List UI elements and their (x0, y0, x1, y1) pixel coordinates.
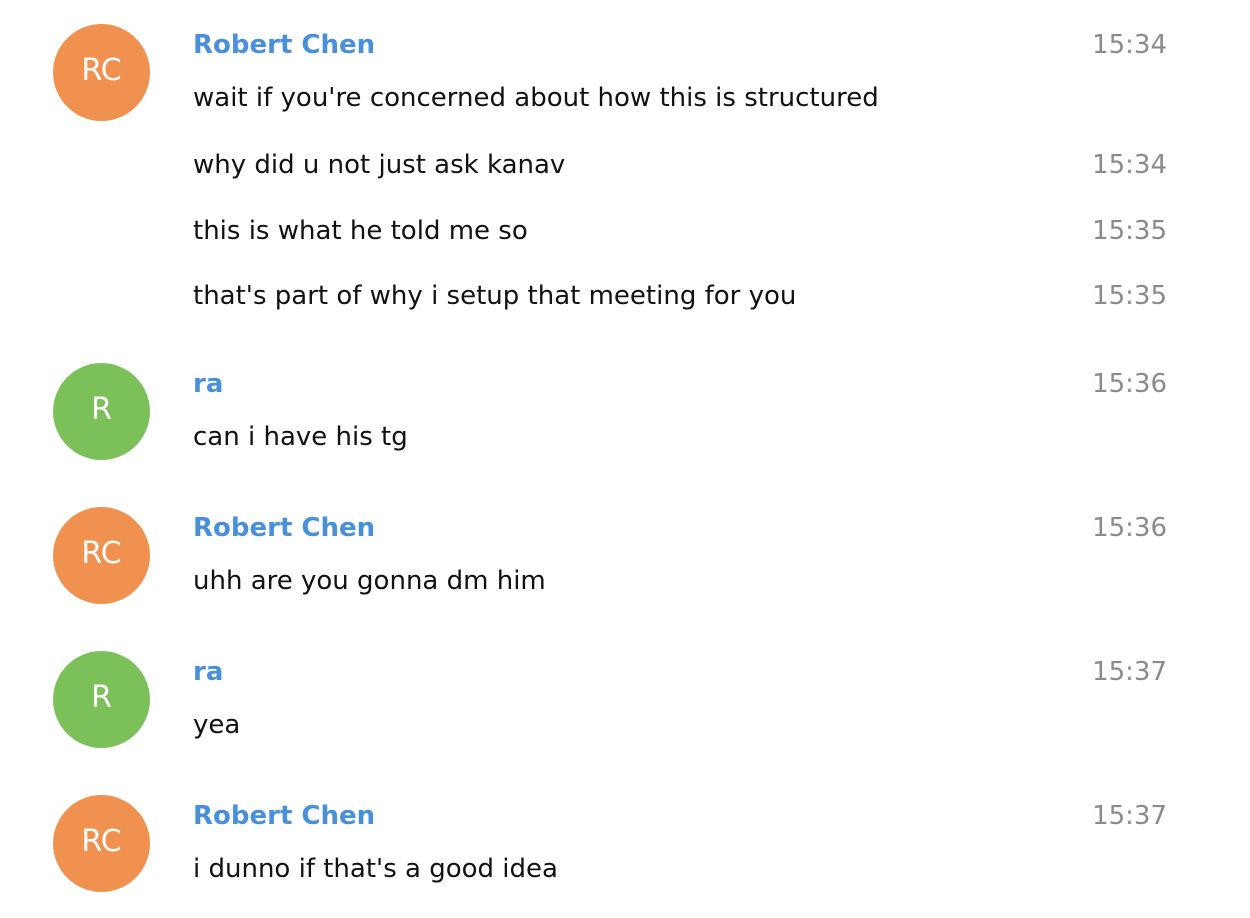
message-text[interactable]: that's part of why i setup that meeting … (193, 280, 796, 312)
sender-name[interactable]: ra (193, 368, 223, 400)
message-text[interactable]: wait if you're concerned about how this … (193, 82, 879, 114)
sender-name[interactable]: Robert Chen (193, 800, 375, 832)
avatar[interactable]: RC (53, 795, 150, 892)
message-text[interactable]: yea (193, 709, 240, 741)
message-text[interactable]: uhh are you gonna dm him (193, 565, 546, 597)
message-text[interactable]: this is what he told me so (193, 215, 528, 247)
chat-history[interactable]: RC Robert Chen 15:34 wait if you're conc… (0, 0, 1250, 918)
sender-name[interactable]: Robert Chen (193, 29, 375, 61)
sender-name[interactable]: Robert Chen (193, 512, 375, 544)
message-text[interactable]: why did u not just ask kanav (193, 149, 565, 181)
avatar-initials: R (91, 679, 112, 715)
message-group: RC Robert Chen 15:37 i dunno if that's a… (0, 795, 1250, 905)
avatar[interactable]: RC (53, 507, 150, 604)
message-time: 15:35 (1092, 281, 1167, 311)
message-group: R ra 15:37 yea (0, 651, 1250, 761)
message-time: 15:36 (1092, 369, 1167, 399)
avatar[interactable]: R (53, 651, 150, 748)
message-group: RC Robert Chen 15:34 wait if you're conc… (0, 24, 1250, 324)
message-time: 15:35 (1092, 216, 1167, 246)
message-time: 15:37 (1092, 657, 1167, 687)
message-group: RC Robert Chen 15:36 uhh are you gonna d… (0, 507, 1250, 617)
avatar-initials: R (91, 391, 112, 427)
message-group: R ra 15:36 can i have his tg (0, 363, 1250, 473)
avatar-initials: RC (81, 52, 122, 88)
message-time: 15:36 (1092, 513, 1167, 543)
avatar-initials: RC (81, 535, 122, 571)
sender-name[interactable]: ra (193, 656, 223, 688)
message-time: 15:34 (1092, 30, 1167, 60)
message-time: 15:37 (1092, 801, 1167, 831)
avatar[interactable]: RC (53, 24, 150, 121)
message-time: 15:34 (1092, 150, 1167, 180)
message-text[interactable]: can i have his tg (193, 421, 408, 453)
message-text[interactable]: i dunno if that's a good idea (193, 853, 558, 885)
avatar-initials: RC (81, 823, 122, 859)
avatar[interactable]: R (53, 363, 150, 460)
